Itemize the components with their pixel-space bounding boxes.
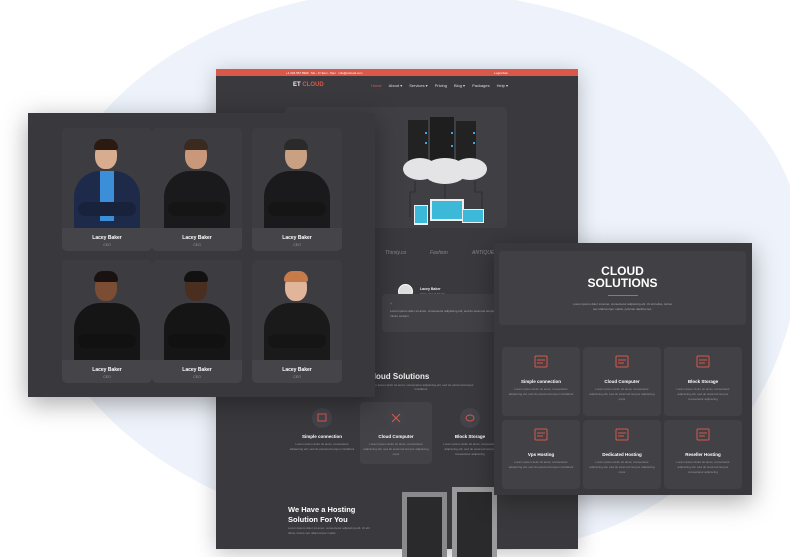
partner-logo: ANTIQUE [472, 250, 495, 256]
solution-text: Lorem ipsum dolor sit amet, consectetur … [508, 460, 574, 469]
member-name: Lacey Baker [182, 367, 212, 373]
nav-packages[interactable]: Packages [472, 83, 490, 88]
server-rack-illustration [402, 487, 497, 557]
logo-text-b: CLOUD [302, 82, 324, 88]
team-photo [152, 260, 242, 360]
member-name: Lacey Baker [282, 235, 312, 241]
partner-logo: Fashion [430, 250, 448, 256]
service-title: Simple connection [301, 434, 342, 439]
nav-pricing[interactable]: Pricing [435, 83, 447, 88]
testimonial-name: Lacey Baker [420, 287, 441, 291]
partner-logo: Thirsty.co [385, 250, 407, 256]
section-subtitle: Lorem ipsum dolor sit amet, consectetur … [368, 383, 474, 391]
service-text: Lorem ipsum dolor sit amet, consectetur … [289, 442, 355, 451]
phone-text: +1 234 567 8900 [286, 70, 309, 75]
member-role: CEO [103, 243, 111, 247]
member-name: Lacey Baker [92, 367, 122, 373]
top-bar: +1 234 567 8900 Mo - Fr 9am - 5pm info@e… [216, 69, 578, 76]
dedicated-server-icon [615, 428, 629, 441]
hours-text: Mo - Fr 9am - 5pm [311, 70, 336, 75]
nav-services[interactable]: Services ▾ [409, 83, 427, 88]
solution-title: Vps Hosting [527, 452, 555, 457]
service-text: Lorem ipsum dolor sit amet, consectetur … [363, 442, 429, 456]
solution-title: Block Storage [687, 379, 719, 384]
solution-text: Lorem ipsum dolor sit amet, consectetur … [508, 387, 574, 396]
nav-about[interactable]: About ▾ [389, 83, 403, 88]
solution-text: Lorem ipsum dolor sit amet, consectetur … [589, 387, 655, 401]
member-name: Lacey Baker [282, 367, 312, 373]
service-card[interactable]: Cloud Computer Lorem ipsum dolor sit amet… [360, 402, 432, 464]
cloud-solutions-panel: CLOUD SOLUTIONS Lorem ipsum dolor sit ame… [494, 243, 752, 495]
panel-text: Lorem ipsum dolor sit amet, consectetur … [573, 302, 672, 311]
team-photo [252, 128, 342, 228]
solution-card[interactable]: Vps Hosting Lorem ipsum dolor sit amet, … [502, 420, 580, 489]
solution-text: Lorem ipsum dolor sit amet, consectetur … [589, 460, 655, 474]
hosting-text: Lorem ipsum dolor sit amet, consectetur … [288, 526, 370, 535]
solution-card[interactable]: Dedicated Hosting Lorem ipsum dolor sit … [583, 420, 661, 489]
logo[interactable]: ET CLOUD [286, 82, 324, 88]
solution-title: Cloud Computer [604, 379, 640, 384]
service-card[interactable]: Simple connection Lorem ipsum dolor sit a… [286, 402, 358, 464]
team-card[interactable]: Lacey Baker CEO [152, 128, 242, 251]
team-card[interactable]: Lacey Baker CEO [152, 260, 242, 383]
member-role: CEO [193, 375, 201, 379]
network-icon [615, 355, 629, 368]
email-text: info@etcloud.com [338, 70, 363, 75]
member-name: Lacey Baker [92, 235, 122, 241]
service-title: Cloud Computer [378, 434, 414, 439]
solution-title: Reseller Hosting [685, 452, 721, 457]
team-photo [152, 128, 242, 228]
team-card[interactable]: Lacey Baker CEO [62, 128, 152, 251]
member-role: CEO [193, 243, 201, 247]
member-role: CEO [293, 375, 301, 379]
panel-title-line: SOLUTIONS [587, 276, 658, 290]
solution-card[interactable]: Simple connection Lorem ipsum dolor sit … [502, 347, 580, 416]
team-photo [62, 260, 152, 360]
cloud-solutions-hero: CLOUD SOLUTIONS Lorem ipsum dolor sit ame… [499, 251, 746, 325]
member-role: CEO [103, 375, 111, 379]
hosting-title-line: Solution For You [288, 515, 348, 524]
hosting-heading: We Have a Hosting Solution For You [288, 505, 355, 525]
vps-icon [534, 428, 548, 441]
member-name: Lacey Baker [182, 235, 212, 241]
network-icon [386, 408, 406, 428]
solution-card[interactable]: Cloud Computer Lorem ipsum dolor sit ame… [583, 347, 661, 416]
solution-text: Lorem ipsum dolor sit amet, consectetur … [676, 460, 730, 474]
reseller-icon [696, 428, 710, 441]
team-panel: Lacey Baker CEO Lacey Baker CEO Lacey Ba… [28, 113, 375, 397]
team-card[interactable]: Lacey Baker CEO [62, 260, 152, 383]
team-card[interactable]: Lacey Baker CEO [252, 260, 342, 383]
login-link[interactable]: Login/Join [494, 71, 508, 75]
hosting-title-line: We Have a Hosting [288, 505, 356, 514]
nav-blog[interactable]: Blog ▾ [454, 83, 465, 88]
connection-icon [534, 355, 548, 368]
main-nav: ET CLOUD Home About ▾ Services ▾ Pricing… [216, 76, 578, 94]
section-title: Cloud Solutions [368, 372, 430, 381]
logo-text-a: ET [293, 82, 301, 88]
cloud-server-illustration [403, 117, 487, 225]
member-role: CEO [293, 243, 301, 247]
solution-title: Simple connection [520, 379, 561, 384]
solution-text: Lorem ipsum dolor sit amet, consectetur … [676, 387, 730, 401]
storage-icon [460, 408, 480, 428]
team-card[interactable]: Lacey Baker CEO [252, 128, 342, 251]
nav-home[interactable]: Home [371, 83, 382, 88]
connection-icon [312, 408, 332, 428]
solution-card[interactable]: Reseller Hosting Lorem ipsum dolor sit a… [664, 420, 742, 489]
title-underline [607, 295, 638, 296]
solution-card[interactable]: Block Storage Lorem ipsum dolor sit amet… [664, 347, 742, 416]
team-photo [62, 128, 152, 228]
storage-icon [696, 355, 710, 368]
nav-help[interactable]: Help ▾ [497, 83, 508, 88]
solution-title: Dedicated Hosting [602, 452, 642, 457]
team-photo [252, 260, 342, 360]
